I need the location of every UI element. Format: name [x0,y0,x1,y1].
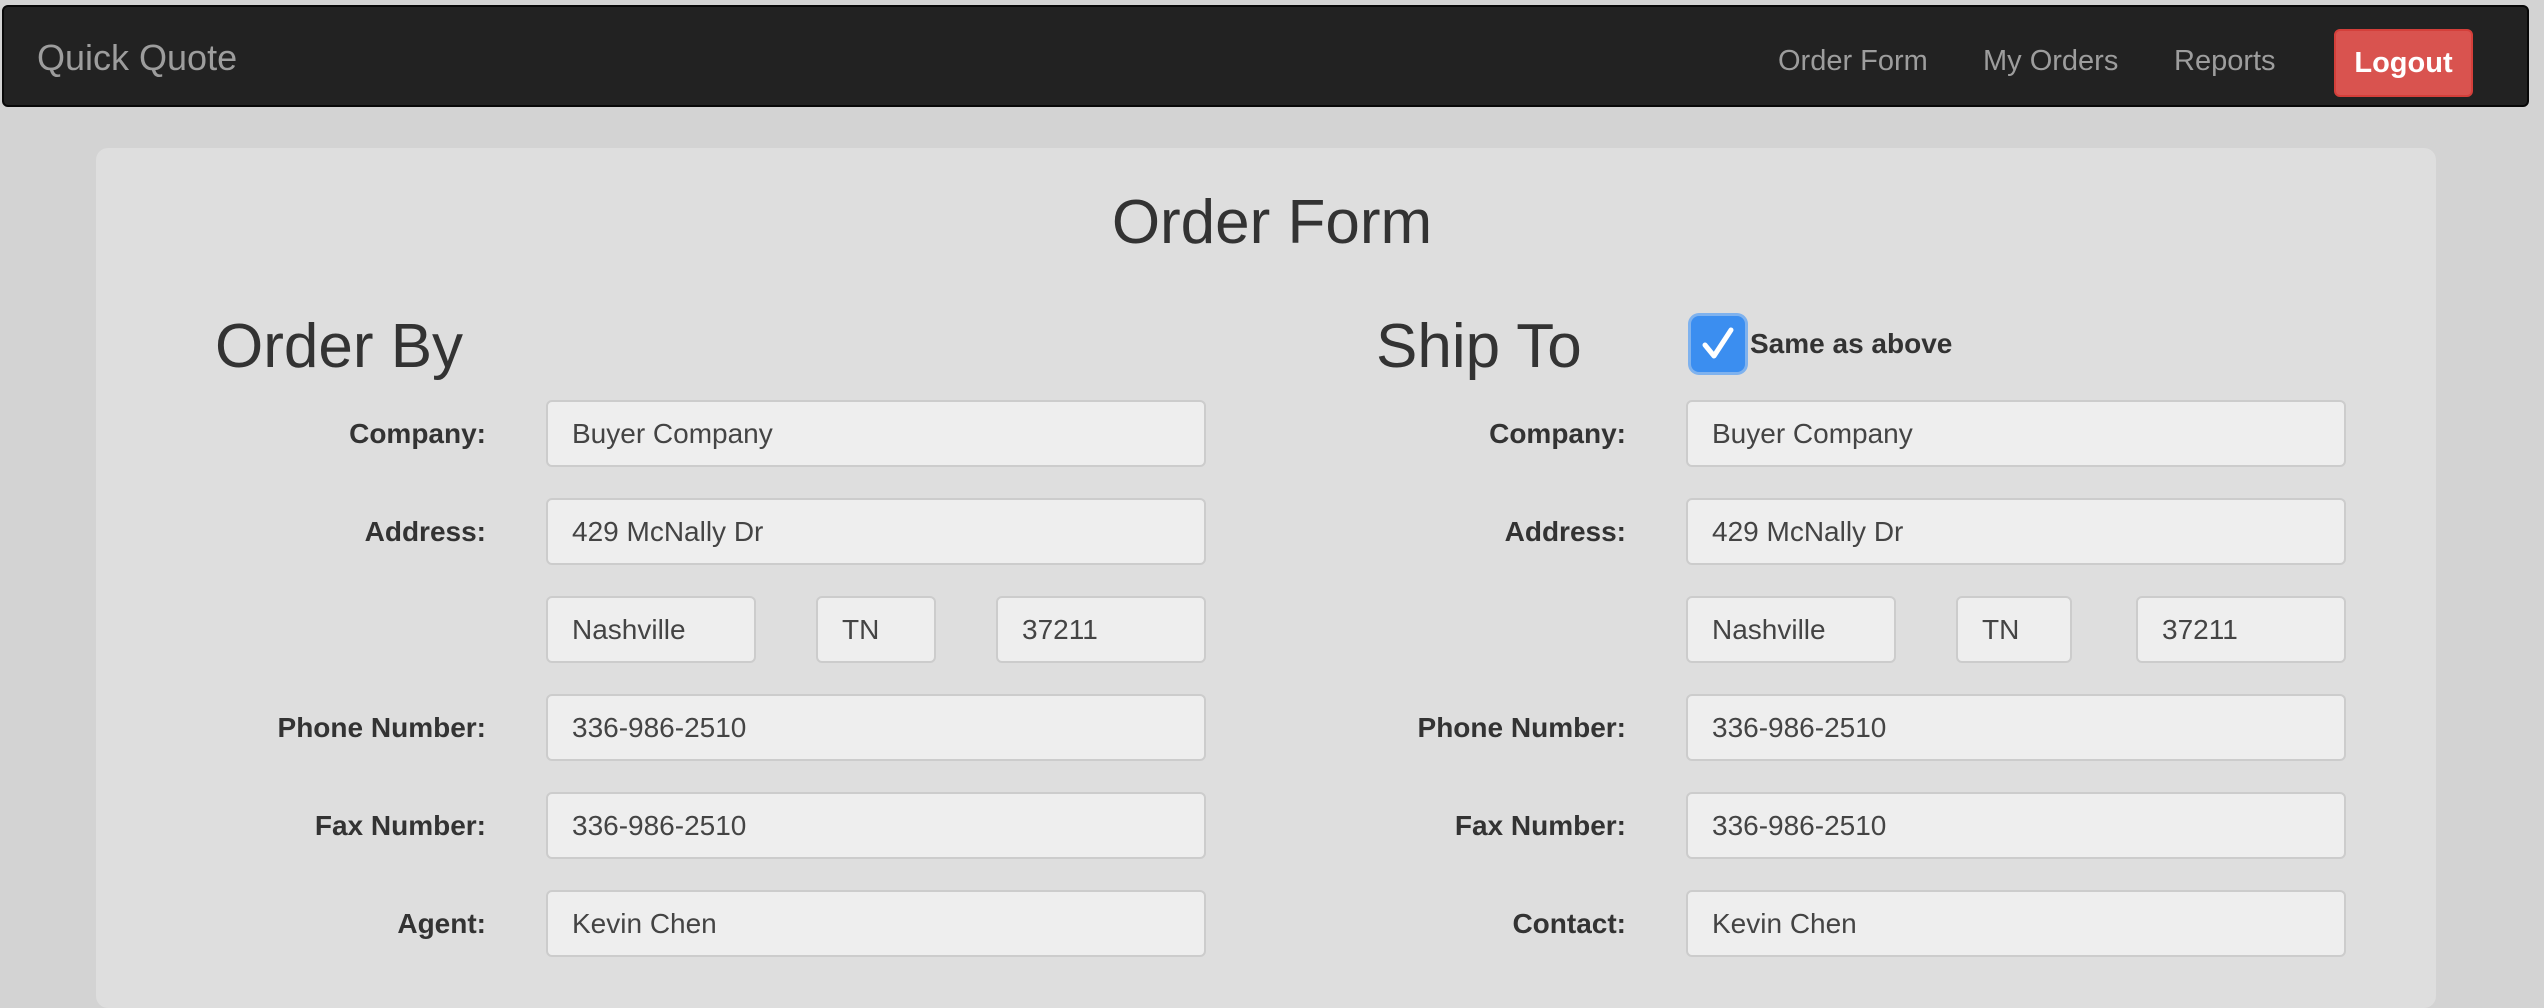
order-by-zip-input[interactable] [996,596,1206,663]
top-navbar: Quick Quote Order Form My Orders Reports… [2,5,2529,107]
order-form-panel [96,148,2436,1008]
ship-to-address-label: Address: [1504,516,1626,547]
order-by-state-input[interactable] [816,596,936,663]
ship-to-fax-input[interactable] [1686,792,2346,859]
nav-order-form[interactable]: Order Form [1778,43,1928,79]
ship-to-heading: Ship To [1376,312,1582,381]
ship-to-company-label: Company: [1489,418,1626,449]
order-by-city-input[interactable] [546,596,756,663]
ship-to-city-input[interactable] [1686,596,1896,663]
same-as-above-label[interactable]: Same as above [1750,327,1952,361]
checkmark-icon [1702,327,1734,359]
ship-to-phone-label: Phone Number: [1417,712,1626,743]
brand-link[interactable]: Quick Quote [37,37,237,79]
logout-button[interactable]: Logout [2334,29,2473,97]
ship-to-fax-label: Fax Number: [1454,810,1626,841]
same-as-above-checkbox[interactable] [1691,316,1745,372]
order-by-heading: Order By [215,312,464,381]
order-by-address-input[interactable] [546,498,1206,565]
order-by-agent-label: Agent: [397,908,486,939]
order-by-address-label: Address: [364,516,486,547]
ship-to-address-input[interactable] [1686,498,2346,565]
ship-to-contact-input[interactable] [1686,890,2346,957]
ship-to-phone-input[interactable] [1686,694,2346,761]
ship-to-contact-label: Contact: [1512,908,1626,939]
order-by-phone-input[interactable] [546,694,1206,761]
order-by-fax-input[interactable] [546,792,1206,859]
order-by-phone-label: Phone Number: [277,712,486,743]
nav-my-orders[interactable]: My Orders [1983,43,2118,79]
order-by-company-label: Company: [349,418,486,449]
page-title: Order Form [1111,188,1433,257]
order-by-agent-input[interactable] [546,890,1206,957]
order-by-fax-label: Fax Number: [314,810,486,841]
ship-to-state-input[interactable] [1956,596,2072,663]
nav-reports[interactable]: Reports [2174,43,2276,79]
ship-to-company-input[interactable] [1686,400,2346,467]
ship-to-zip-input[interactable] [2136,596,2346,663]
order-by-company-input[interactable] [546,400,1206,467]
